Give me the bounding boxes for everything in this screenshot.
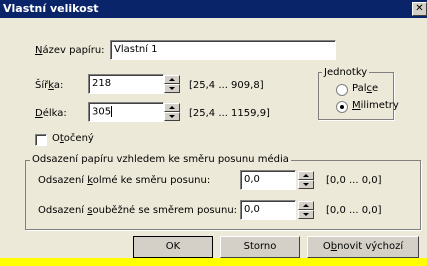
radio-inches[interactable]: [336, 84, 348, 96]
width-label: Šířka:: [35, 80, 64, 91]
title-bar[interactable]: Vlastní velikost ✕: [0, 0, 427, 18]
close-icon: ✕: [415, 3, 424, 14]
offset-legend: Odsazení papíru vzhledem ke směru posunu…: [30, 154, 291, 165]
perpendicular-up-arrow-icon[interactable]: [298, 171, 314, 180]
close-button[interactable]: ✕: [412, 2, 427, 16]
offset-perpendicular-input[interactable]: 0,0: [240, 170, 296, 190]
width-up-arrow-icon[interactable]: [164, 75, 180, 84]
offset-group: [25, 160, 421, 230]
window-title: Vlastní velikost: [3, 2, 99, 15]
length-range: [25,4 ... 1159,9]: [189, 108, 270, 119]
width-stepper[interactable]: [164, 75, 180, 93]
radio-millimeters-label[interactable]: Milimetry: [352, 100, 399, 111]
offset-perpendicular-label: Odsazení kolmé ke směru posunu:: [38, 175, 211, 186]
parallel-up-arrow-icon[interactable]: [298, 201, 314, 210]
units-legend: Jednotky: [322, 67, 370, 78]
custom-size-dialog: Vlastní velikost ✕ Název papíru: Vlastní…: [0, 0, 427, 258]
units-group: [318, 72, 394, 120]
length-value: 305: [92, 106, 112, 118]
radio-inches-label[interactable]: Palce: [352, 83, 378, 94]
perpendicular-down-arrow-icon[interactable]: [298, 180, 314, 189]
length-up-arrow-icon[interactable]: [164, 103, 180, 112]
offset-perpendicular-range: [0,0 ... 0,0]: [326, 175, 382, 186]
length-stepper[interactable]: [164, 103, 180, 121]
cancel-button[interactable]: Storno: [220, 236, 300, 258]
width-input[interactable]: 218: [88, 74, 164, 94]
length-down-arrow-icon[interactable]: [164, 112, 180, 121]
radio-millimeters[interactable]: [336, 101, 348, 113]
offset-perpendicular-stepper[interactable]: [298, 171, 314, 189]
offset-parallel-label: Odsazení souběžné se směrem posunu:: [38, 205, 238, 216]
offset-parallel-range: [0,0 ... 0,0]: [326, 205, 382, 216]
ok-button[interactable]: OK: [133, 236, 213, 258]
paper-name-input[interactable]: Vlastní 1: [110, 40, 336, 60]
offset-parallel-stepper[interactable]: [298, 201, 314, 219]
width-down-arrow-icon[interactable]: [164, 84, 180, 93]
length-input[interactable]: 305: [88, 102, 164, 122]
paper-name-label: Název papíru:: [35, 45, 105, 56]
parallel-down-arrow-icon[interactable]: [298, 210, 314, 219]
restore-defaults-button[interactable]: Obnovit výchozí: [307, 236, 419, 258]
offset-parallel-input[interactable]: 0,0: [240, 200, 296, 220]
rotated-label[interactable]: Otočený: [52, 133, 94, 144]
width-range: [25,4 ... 909,8]: [189, 80, 264, 91]
rotated-checkbox[interactable]: [35, 134, 47, 146]
length-label: Délka:: [35, 108, 67, 119]
